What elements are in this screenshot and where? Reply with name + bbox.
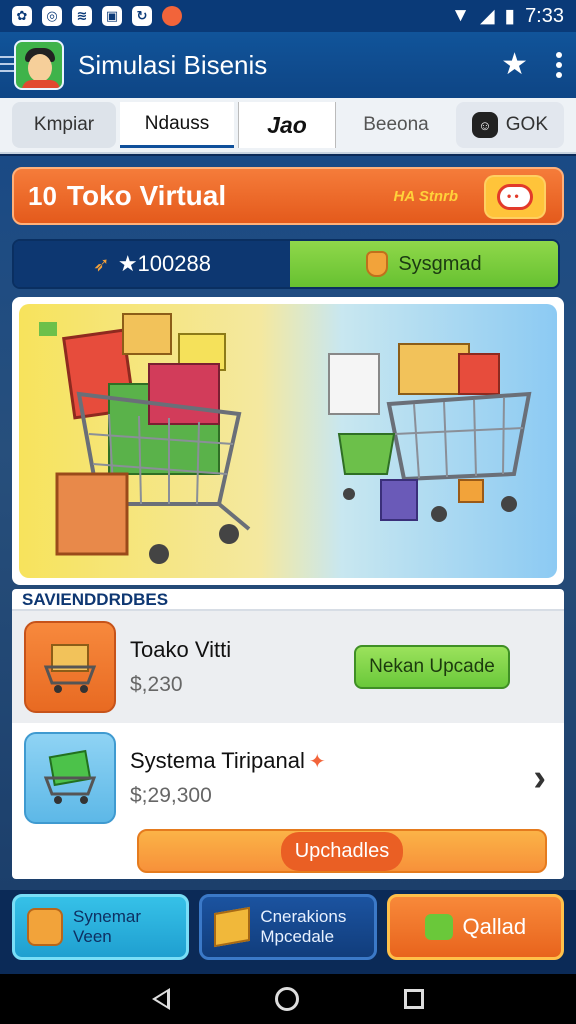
cart-box-icon	[24, 621, 116, 713]
store-status: HA Stnrb	[393, 187, 458, 205]
jar-icon	[366, 251, 389, 277]
app-notification-icon: ✿	[12, 6, 32, 26]
home-icon[interactable]	[274, 987, 299, 1011]
section-title: SAVIENDDRDBES	[12, 589, 564, 611]
back-icon[interactable]	[152, 988, 171, 1010]
bottom-actions: Synemar Veen Cnerakions Mpcedale Qallad	[12, 894, 564, 960]
recent-apps-icon[interactable]	[403, 989, 424, 1009]
action-button-3[interactable]: Qallad	[386, 894, 564, 960]
item-name: Toako Vitti	[130, 637, 232, 662]
list-item[interactable]: Toako Vitti $,230 Nekan Upcade	[12, 611, 564, 723]
tab-1[interactable]: Kmpiar	[12, 102, 116, 148]
drawer-handle-icon[interactable]	[0, 56, 14, 77]
action-2-line2: Mpcedale	[260, 927, 335, 946]
store-chat-button[interactable]	[484, 175, 546, 219]
store-name: Toko Virtual	[66, 180, 227, 211]
action-button-2[interactable]: Cnerakions Mpcedale	[199, 894, 377, 960]
money-stat: ➶ ★100288	[14, 241, 290, 287]
system-nav-bar	[0, 974, 576, 1024]
system-button[interactable]: Sysgmad	[290, 241, 558, 287]
shopping-carts-art	[39, 313, 532, 564]
store-banner: 10 Toko Virtual HA Stnrb	[12, 167, 564, 225]
chat-icon: ☺	[472, 112, 498, 138]
hero-card	[12, 297, 564, 585]
action-1-line2: Veen	[73, 927, 112, 946]
system-label: Sysgmad	[398, 252, 482, 275]
carrot-icon: ➶	[93, 253, 110, 276]
wifi-icon: ▼	[451, 5, 470, 26]
refresh-icon: ↻	[132, 6, 152, 26]
messenger-icon: ◎	[42, 6, 62, 26]
shopping-bag-icon	[27, 908, 63, 946]
item-name: Systema Tiripanal ✦	[130, 748, 326, 774]
hand-icon	[424, 914, 453, 940]
action-1-line1: Synemar	[73, 907, 142, 927]
favorite-star-icon[interactable]: ★	[501, 50, 528, 80]
item-price: $;29,300	[130, 784, 212, 807]
item-name-text: Systema Tiripanal	[130, 748, 305, 773]
box-icon	[214, 906, 251, 948]
more-options-icon[interactable]	[556, 52, 562, 78]
action-3-label: Qallad	[462, 914, 527, 940]
signal-icon: ◢	[479, 5, 495, 27]
tab-5-label: GOK	[505, 114, 548, 135]
app-title: Simulasi Bisenis	[78, 49, 268, 80]
list-item[interactable]: Systema Tiripanal ✦ $;29,300 ›	[12, 723, 564, 833]
battery-icon: ▮	[504, 5, 516, 27]
status-bar: ✿ ◎ ≋ ▣ ↻ ▼ ◢ ▮ 7:33	[0, 0, 576, 32]
money-value: ★100288	[117, 251, 211, 276]
action-2-line1: Cnerakions	[260, 907, 347, 927]
puzzle-icon: ✦	[308, 751, 326, 773]
store-count: 10	[28, 180, 57, 211]
tab-2-active[interactable]: Ndauss	[120, 102, 234, 148]
upgrade-button[interactable]: Nekan Upcade	[354, 645, 510, 689]
flag-icon	[39, 322, 57, 336]
chevron-right-icon[interactable]: ›	[533, 757, 546, 800]
upgrade-list-card: SAVIENDDRDBES Toako Vitti $,230 Nekan Up…	[12, 589, 564, 879]
tomato-icon	[162, 6, 182, 26]
upgrades-label: Upchadles	[280, 831, 404, 871]
tab-bar: Kmpiar Ndauss Jao Beeona ☺ GOK	[0, 98, 576, 154]
tab-4[interactable]: Beeona	[340, 102, 452, 148]
item-price: $,230	[130, 673, 183, 696]
shopping-carts-illustration	[19, 304, 557, 578]
notes-icon: ≋	[72, 6, 92, 26]
action-button-1[interactable]: Synemar Veen	[12, 894, 190, 960]
cart-money-icon	[24, 732, 116, 824]
image-icon: ▣	[102, 6, 122, 26]
upgrades-button[interactable]: Upchadles	[137, 829, 547, 873]
chat-bubble-icon	[497, 184, 533, 210]
status-time: 7:33	[525, 4, 564, 27]
tab-3[interactable]: Jao	[238, 102, 336, 148]
app-bar: Simulasi Bisenis ★	[0, 32, 576, 98]
avatar[interactable]	[14, 40, 64, 90]
stats-row: ➶ ★100288 Sysgmad	[12, 239, 560, 289]
tab-5[interactable]: ☺ GOK	[456, 102, 564, 148]
